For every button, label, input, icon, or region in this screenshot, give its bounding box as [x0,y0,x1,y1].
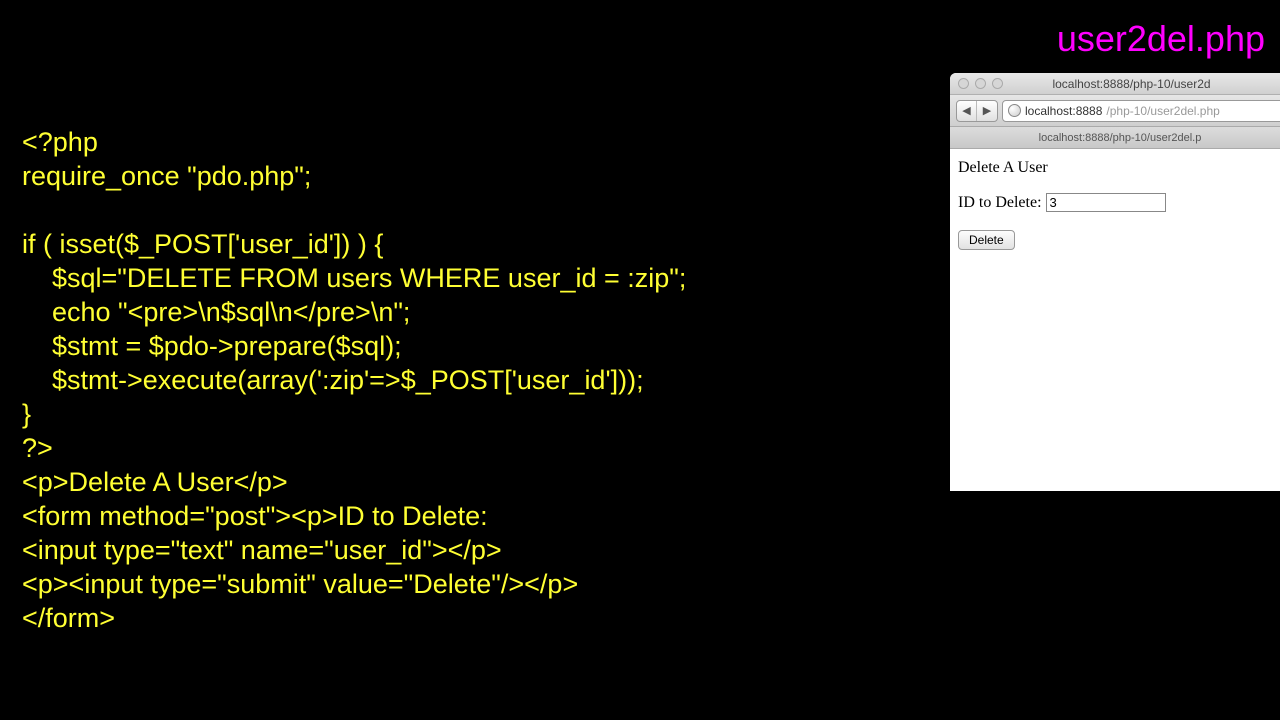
back-button[interactable]: ◀ [957,101,977,121]
close-icon[interactable] [958,78,969,89]
globe-icon [1008,104,1021,117]
user-id-input[interactable] [1046,193,1166,212]
address-bar[interactable]: localhost:8888/php-10/user2del.php [1002,100,1280,122]
minimize-icon[interactable] [975,78,986,89]
tab-label[interactable]: localhost:8888/php-10/user2del.p [1039,132,1202,144]
traffic-lights [950,78,1003,89]
browser-toolbar: ◀ ▶ localhost:8888/php-10/user2del.php [950,95,1280,127]
address-path: /php-10/user2del.php [1106,104,1219,118]
browser-window: localhost:8888/php-10/user2d ◀ ▶ localho… [950,73,1280,491]
page-title: Delete A User [958,159,1280,177]
form-row: ID to Delete: [958,193,1280,212]
nav-buttons: ◀ ▶ [956,100,998,122]
id-label: ID to Delete: [958,194,1042,211]
address-host: localhost:8888 [1025,104,1102,118]
code-block: <?php require_once "pdo.php"; if ( isset… [22,125,686,635]
forward-button[interactable]: ▶ [977,101,997,121]
window-titlebar: localhost:8888/php-10/user2d [950,73,1280,95]
delete-button[interactable]: Delete [958,230,1015,250]
filename-label: user2del.php [1057,18,1265,60]
page-content: Delete A User ID to Delete: Delete [950,149,1280,260]
window-title: localhost:8888/php-10/user2d [1003,77,1280,91]
tab-bar: localhost:8888/php-10/user2del.p [950,127,1280,149]
zoom-icon[interactable] [992,78,1003,89]
